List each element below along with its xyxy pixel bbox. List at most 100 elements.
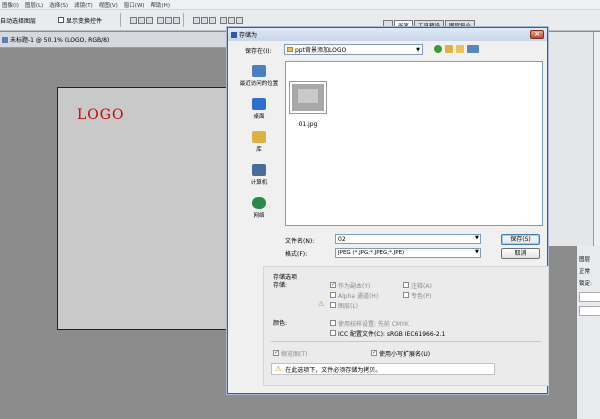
distribute-vcenter-icon[interactable]	[201, 16, 209, 24]
use-proof-checkbox[interactable]	[330, 320, 336, 326]
place-libraries[interactable]: 库	[234, 131, 284, 153]
logo-text-layer[interactable]: LOGO	[77, 107, 124, 123]
toolbar-divider	[183, 13, 185, 27]
distribute-right-icon[interactable]	[236, 16, 244, 24]
save-button[interactable]: 保存(S)	[501, 234, 540, 245]
warning-icon: ⚠	[318, 300, 325, 308]
blend-mode-select[interactable]: 正常	[579, 267, 599, 275]
right-dock-strip	[593, 32, 600, 246]
layers-panel: 图层 正常 锁定:	[576, 246, 600, 419]
as-copy-label: 作为副本(Y)	[338, 283, 371, 290]
use-proof-label: 使用校样设置: 先前 CMYK	[338, 321, 409, 328]
menu-select[interactable]: 选择(S)	[49, 1, 68, 9]
align-middle-icon[interactable]	[138, 16, 146, 24]
file-item-thumbnail[interactable]	[289, 81, 327, 114]
store-label: 存储:	[273, 282, 288, 289]
network-icon	[252, 197, 266, 209]
thumbnail-checkbox[interactable]	[273, 349, 279, 356]
save-in-dropdown[interactable]: ppt背景添加LOGO ▼	[284, 44, 423, 55]
icc-profile-checkbox[interactable]	[330, 330, 336, 336]
align-left-icon[interactable]	[157, 16, 165, 24]
lowercase-ext-checkbox[interactable]	[371, 349, 377, 356]
distribute-buttons	[193, 16, 244, 24]
layer-row[interactable]	[579, 306, 600, 316]
copy-warning-text: 在此选项下，文件必须存储为拷贝。	[285, 366, 382, 374]
recent-places-icon	[252, 65, 266, 77]
close-button[interactable]: ×	[530, 30, 544, 39]
new-folder-icon[interactable]	[456, 45, 464, 53]
copy-warning-bar: ⚠ 在此选项下，文件必须存储为拷贝。	[271, 363, 495, 375]
distribute-hcenter-icon[interactable]	[228, 16, 236, 24]
document-title: 未标题-1 @ 50.1% (LOGO, RGB/8)	[10, 37, 110, 44]
notes-label: 注释(A)	[411, 283, 432, 290]
place-desktop[interactable]: 桌面	[234, 98, 284, 120]
align-top-icon[interactable]	[130, 16, 138, 24]
save-as-dialog: 存储为 × 保存在(I): ppt背景添加LOGO ▼ 最近访问的位置 桌面 库…	[227, 27, 549, 394]
save-in-label: 保存在(I):	[245, 48, 272, 55]
auto-select-layer-label[interactable]: 自动选择图层	[0, 16, 36, 25]
view-menu-icon[interactable]	[467, 45, 479, 53]
place-label: 计算机	[250, 180, 268, 186]
layers-checkbox[interactable]	[330, 302, 336, 308]
dialog-title-bar[interactable]: 存储为	[228, 28, 547, 41]
menu-bar: 图像(I) 图层(L) 选择(S) 滤镜(T) 视图(V) 窗口(W) 帮助(H…	[0, 0, 600, 10]
show-transform-label: 显示变换控件	[66, 17, 103, 25]
menu-image[interactable]: 图像(I)	[2, 1, 19, 9]
format-select[interactable]: JPEG (*.JPG;*.JPEG;*.JPE)	[335, 248, 481, 258]
icc-profile-label: ICC 配置文件(C): sRGB IEC61966-2.1	[338, 331, 446, 338]
format-label: 格式(F):	[285, 251, 308, 258]
show-transform-checkbox[interactable]	[58, 17, 65, 23]
place-label: 桌面	[253, 114, 265, 120]
back-icon[interactable]	[434, 45, 442, 53]
image-preview	[292, 84, 324, 111]
menu-view[interactable]: 视图(V)	[99, 1, 118, 9]
thumbnail-label: 缩览图(T)	[281, 351, 308, 358]
toolbar-divider	[120, 13, 122, 27]
distribute-left-icon[interactable]	[220, 16, 228, 24]
distribute-bottom-icon[interactable]	[209, 16, 217, 24]
menu-window[interactable]: 窗口(W)	[124, 1, 145, 9]
color-label: 颜色:	[273, 320, 288, 327]
menu-layer[interactable]: 图层(L)	[25, 1, 43, 9]
distribute-top-icon[interactable]	[193, 16, 201, 24]
chevron-down-icon[interactable]: ▼	[475, 249, 479, 255]
chevron-down-icon[interactable]: ▼	[475, 235, 479, 241]
layers-label: 图层(L)	[338, 303, 359, 310]
spot-label: 专色(P)	[411, 293, 432, 300]
chevron-down-icon: ▼	[416, 47, 420, 53]
file-item-name[interactable]: 01.jpg	[289, 121, 327, 128]
menu-help[interactable]: 帮助(H)	[151, 1, 170, 9]
place-recent[interactable]: 最近访问的位置	[234, 65, 284, 87]
save-in-value: ppt背景添加LOGO	[295, 47, 347, 54]
divider	[271, 341, 541, 342]
alpha-checkbox[interactable]	[330, 292, 336, 298]
place-label: 网络	[253, 213, 265, 219]
menu-filter[interactable]: 滤镜(T)	[74, 1, 93, 9]
up-folder-icon[interactable]	[445, 45, 453, 53]
place-label: 库	[256, 147, 262, 153]
lock-label: 锁定:	[579, 281, 592, 287]
cancel-button[interactable]: 取消	[501, 248, 540, 259]
document-icon	[2, 36, 8, 43]
libraries-icon	[252, 131, 266, 143]
align-bottom-icon[interactable]	[146, 16, 154, 24]
notes-checkbox[interactable]	[403, 282, 409, 288]
photoshop-icon	[231, 31, 237, 38]
filename-label: 文件名(N):	[285, 238, 315, 245]
filename-input[interactable]: 02	[335, 234, 481, 244]
layers-tab[interactable]: 图层	[579, 255, 590, 263]
layer-row[interactable]	[579, 292, 600, 302]
desktop-icon	[252, 98, 266, 110]
folder-icon	[287, 47, 293, 52]
dialog-title: 存储为	[239, 32, 258, 39]
nav-toolbar	[434, 45, 479, 53]
place-label: 最近访问的位置	[239, 81, 279, 87]
place-computer[interactable]: 计算机	[234, 164, 284, 186]
warning-icon: ⚠	[275, 364, 282, 373]
place-network[interactable]: 网络	[234, 197, 284, 219]
spot-checkbox[interactable]	[403, 292, 409, 298]
align-buttons	[130, 16, 181, 24]
align-right-icon[interactable]	[173, 16, 181, 24]
as-copy-checkbox[interactable]	[330, 281, 336, 288]
align-center-icon[interactable]	[165, 16, 173, 24]
